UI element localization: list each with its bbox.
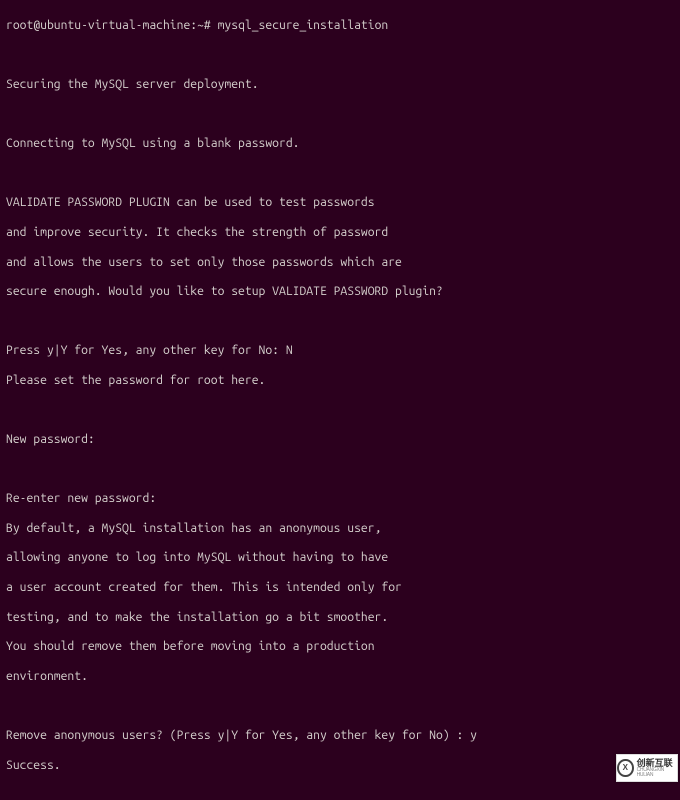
output-line: environment. [6,670,674,685]
output-line: New password: [6,433,674,448]
blank [6,315,674,330]
output-line: Please set the password for root here. [6,374,674,389]
output-line: You should remove them before moving int… [6,640,674,655]
prompt-user: root@ubuntu-virtual-machine [6,19,190,32]
blank [6,699,674,714]
output-line: Remove anonymous users? (Press y|Y for Y… [6,729,674,744]
blank [6,788,674,800]
blank [6,404,674,419]
terminal[interactable]: root@ubuntu-virtual-machine:~# mysql_sec… [0,0,680,800]
output-line: and improve security. It checks the stre… [6,226,674,241]
output-line: testing, and to make the installation go… [6,611,674,626]
output-line: Re-enter new password: [6,492,674,507]
output-line: secure enough. Would you like to setup V… [6,285,674,300]
output-line: a user account created for them. This is… [6,581,674,596]
watermark-text: 创新互联 CHUANGXIN HULIAN [637,759,677,778]
output-line: Connecting to MySQL using a blank passwo… [6,137,674,152]
blank [6,167,674,182]
output-line: Securing the MySQL server deployment. [6,78,674,93]
output-line: allowing anyone to log into MySQL withou… [6,551,674,566]
watermark-logo-icon: X [617,759,634,777]
blank [6,48,674,63]
output-line: and allows the users to set only those p… [6,256,674,271]
prompt-sep: :~# [190,19,210,32]
output-line: Success. [6,759,674,774]
output-line: By default, a MySQL installation has an … [6,522,674,537]
blank [6,463,674,478]
output-line: VALIDATE PASSWORD PLUGIN can be used to … [6,196,674,211]
prompt-line: root@ubuntu-virtual-machine:~# mysql_sec… [6,19,674,34]
watermark-py: CHUANGXIN HULIAN [637,768,677,778]
output-line: Press y|Y for Yes, any other key for No:… [6,344,674,359]
blank [6,108,674,123]
watermark-badge: X 创新互联 CHUANGXIN HULIAN [616,754,678,782]
command-text: mysql_secure_installation [218,19,389,32]
